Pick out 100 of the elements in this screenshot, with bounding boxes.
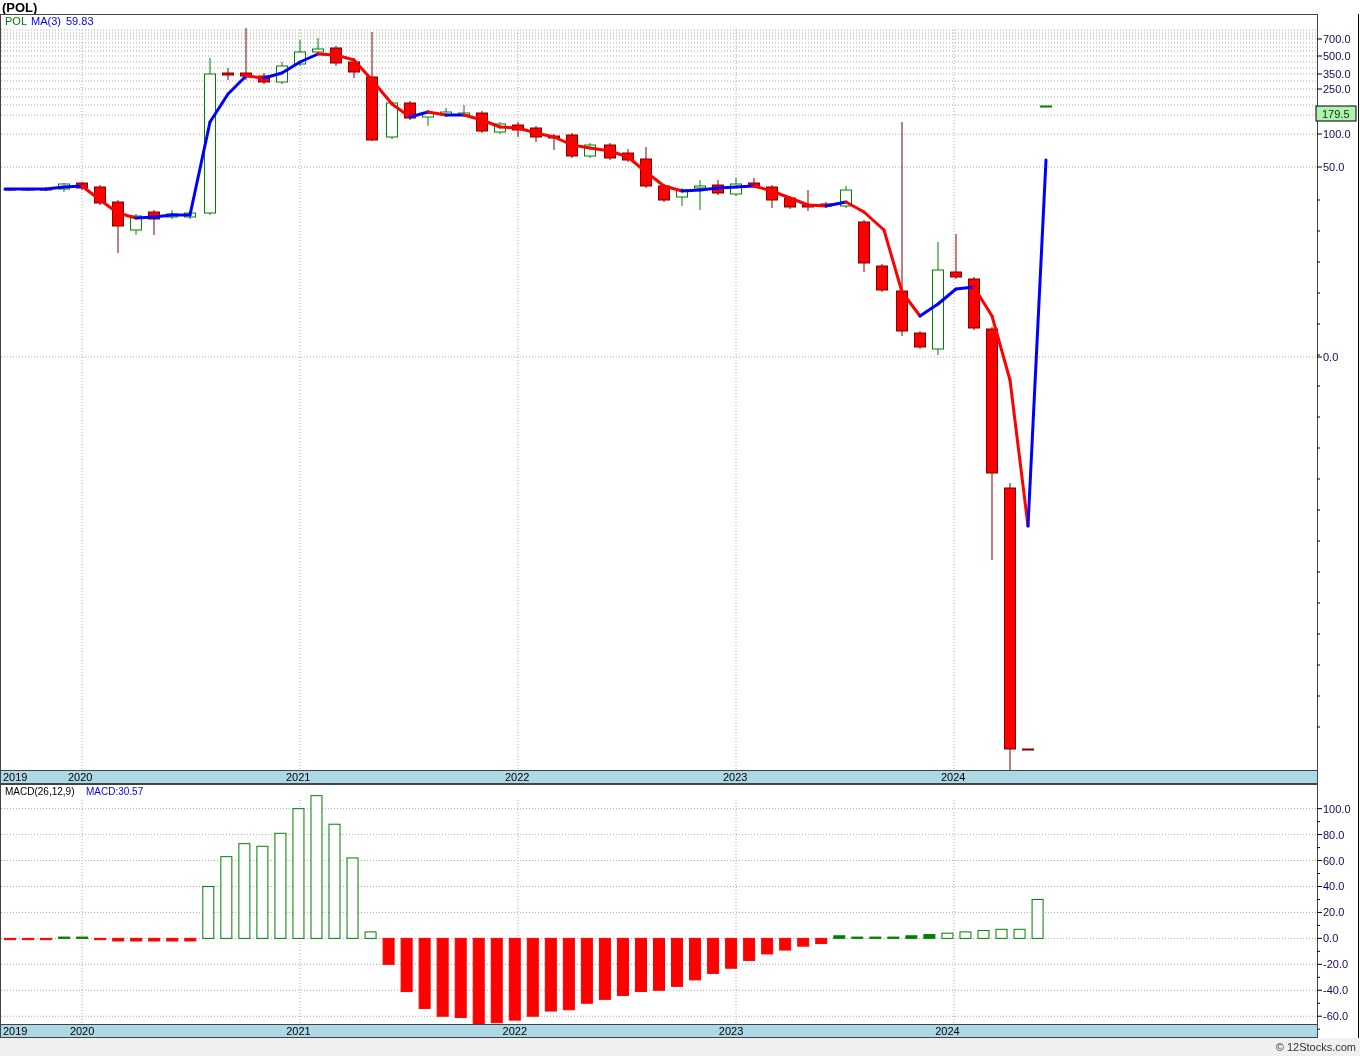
- histogram-bar: [202, 886, 215, 939]
- histogram-bar: [148, 937, 161, 942]
- copyright-text: © 12Stocks.com: [1275, 1039, 1356, 1055]
- axis-label: 2019: [3, 1025, 28, 1037]
- candlestick: [512, 121, 524, 138]
- candlestick: [658, 183, 670, 203]
- candlestick: [58, 182, 70, 193]
- histogram-bar: [634, 937, 647, 993]
- axis-label: 2023: [718, 1025, 744, 1037]
- candlestick: [294, 39, 306, 67]
- histogram-bar: [671, 937, 684, 987]
- histogram-bar: [22, 937, 35, 941]
- histogram-bar: [707, 937, 720, 974]
- candlestick: [440, 107, 452, 118]
- histogram-bar: [40, 937, 53, 941]
- candlestick: [730, 177, 742, 197]
- axis-label: -60.0: [1323, 1010, 1349, 1023]
- candlestick: [404, 100, 416, 121]
- axis-label: 40.0: [1323, 880, 1345, 893]
- histogram-bar: [815, 937, 828, 945]
- histogram-bar: [58, 936, 71, 939]
- candlestick: [386, 100, 398, 140]
- candlestick: [240, 27, 252, 81]
- histogram-bar: [977, 930, 990, 939]
- candlestick: [784, 195, 796, 210]
- candlestick: [148, 209, 160, 236]
- candlestick: [494, 121, 506, 135]
- histogram-bar: [112, 937, 125, 942]
- histogram-bar: [743, 937, 756, 961]
- histogram-bar: [418, 937, 431, 1009]
- candlestick: [622, 148, 634, 163]
- histogram-bar: [725, 937, 738, 969]
- axis-label: 2023: [723, 771, 748, 783]
- legend-text: 59.83: [66, 15, 94, 27]
- histogram-bar: [833, 935, 846, 939]
- histogram-bar: [869, 936, 882, 939]
- histogram-bar: [851, 936, 864, 939]
- axis-label: -40.0: [1323, 984, 1349, 997]
- candlestick: [640, 146, 652, 189]
- candlestick: [1040, 105, 1052, 108]
- candlestick: [94, 184, 106, 206]
- histogram-bar: [4, 937, 16, 941]
- histogram-bar: [364, 931, 377, 939]
- axis-label: 2019: [3, 771, 28, 783]
- candlestick: [914, 330, 926, 350]
- candlestick: [348, 57, 360, 79]
- axis-label: 2024: [935, 1025, 960, 1037]
- candlestick: [166, 209, 178, 220]
- histogram-bar: [130, 937, 143, 942]
- candlestick: [548, 133, 560, 151]
- histogram-bar: [887, 936, 900, 939]
- histogram-bar: [1013, 928, 1026, 939]
- candlestick: [876, 263, 888, 293]
- axis-label: -20.0: [1323, 958, 1349, 971]
- candlestick: [566, 132, 578, 159]
- histogram-bar: [616, 937, 629, 996]
- axis-label: 2022: [505, 771, 530, 783]
- legend-text: POL: [5, 15, 27, 27]
- candlestick: [604, 142, 616, 161]
- histogram-bar: [76, 936, 89, 939]
- candlestick: [766, 184, 778, 209]
- legend-text: MACD:30.57: [86, 786, 144, 797]
- candlestick: [530, 125, 542, 143]
- histogram-bar: [166, 937, 179, 942]
- candlestick: [312, 37, 324, 55]
- axis-label: 0.0: [1323, 932, 1339, 945]
- candlestick: [476, 110, 488, 134]
- histogram-bar: [580, 937, 593, 1004]
- axis-label: 0.0: [1323, 351, 1339, 363]
- candlestick: [422, 109, 434, 127]
- candlestick: [820, 201, 832, 209]
- histogram-bar: [797, 937, 810, 947]
- candlestick: [184, 210, 196, 220]
- histogram-bar: [905, 935, 918, 939]
- legend-text: MA(3): [31, 15, 61, 27]
- histogram-bar: [959, 931, 972, 939]
- axis-label: 2024: [941, 771, 966, 783]
- axis-label: 500.0: [1323, 50, 1351, 62]
- candlestick: [76, 181, 88, 191]
- histogram-bar: [598, 937, 611, 1000]
- histogram-bar: [941, 932, 954, 939]
- axis-label: 250.0: [1323, 83, 1351, 95]
- axis-label: 700.0: [1323, 33, 1351, 45]
- candlestick: [458, 104, 470, 118]
- histogram-bar: [923, 934, 936, 939]
- candlestick: [1022, 748, 1034, 751]
- candlestick: [584, 142, 596, 159]
- axis-label: 2021: [286, 1025, 311, 1037]
- candlestick: [968, 276, 980, 331]
- chart-title: MACD(26,12,9): [5, 786, 75, 797]
- candlestick: [858, 219, 870, 273]
- candlestick: [276, 61, 288, 85]
- axis-label: 2022: [502, 1025, 527, 1037]
- histogram-bar: [779, 937, 792, 951]
- histogram-bar: [995, 928, 1008, 939]
- histogram-bar: [400, 937, 413, 993]
- candlestick: [222, 67, 234, 81]
- chart-title: (POL): [2, 0, 38, 14]
- candlestick: [694, 179, 706, 211]
- axis-label: 100.0: [1323, 128, 1351, 140]
